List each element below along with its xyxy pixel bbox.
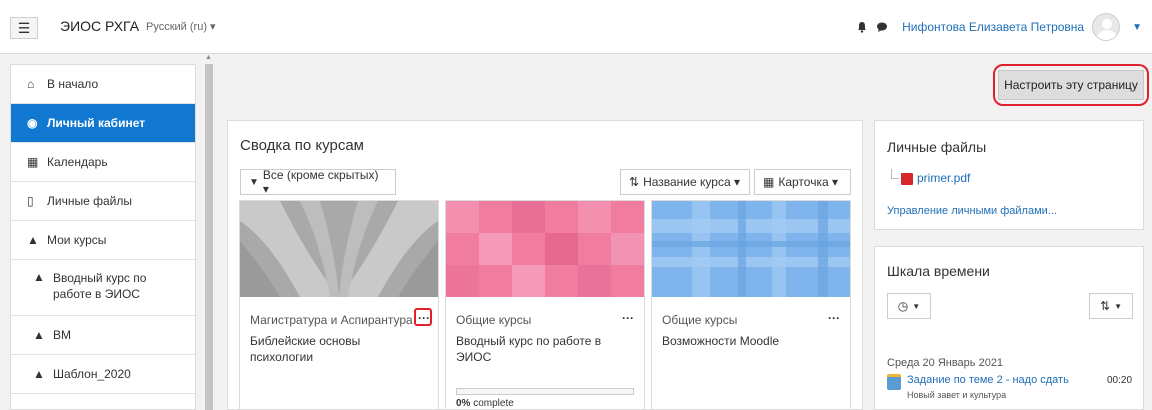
course-image[interactable] (240, 201, 438, 297)
course-category: Общие курсы (662, 313, 738, 327)
chat-icon[interactable] (876, 21, 888, 33)
sidebar-item-label: Шаблон_2020 (53, 367, 131, 381)
sort-icon: ⇅ (1100, 299, 1111, 313)
course-card[interactable]: Общие курсы ··· Вводный курс по работе в… (445, 200, 645, 410)
course-image[interactable] (446, 201, 644, 297)
filter-dropdown[interactable]: ▼ Все (кроме скрытых) ▾ (240, 168, 396, 196)
private-files-title: Личные файлы (887, 139, 987, 155)
course-menu-button[interactable]: ··· (828, 311, 840, 325)
grid-icon: ▦ (763, 175, 775, 189)
pdf-file-link[interactable]: primer.pdf (917, 171, 970, 185)
progress-percent: 0% (456, 398, 471, 409)
pdf-file-icon (901, 173, 913, 185)
avatar[interactable] (1092, 13, 1121, 41)
assignment-icon (887, 374, 901, 390)
course-category: Общие курсы (456, 313, 532, 327)
timeline-event-course: Новый завет и культура (907, 390, 1007, 400)
sidebar-item-home[interactable]: ⌂ В начало (11, 65, 195, 104)
course-name[interactable]: Библейские основы психологии (250, 333, 420, 365)
chevron-down-icon: ▼ (912, 301, 921, 311)
file-tree-connector (891, 169, 899, 179)
dashboard-icon: ◉ (27, 116, 38, 130)
filter-icon: ▼ (249, 176, 259, 188)
chevron-down-icon[interactable]: ▼ (1132, 22, 1142, 33)
course-menu-highlight (414, 308, 432, 326)
course-progress-text: 0% complete (456, 398, 514, 409)
sidebar-item-vm[interactable]: ▲ ВМ (11, 316, 195, 355)
course-image[interactable] (652, 201, 850, 297)
sidebar-item-label: ВМ (53, 328, 71, 342)
view-dropdown[interactable]: ▦ Карточка ▾ (754, 169, 851, 195)
top-navbar: ☰ ЭИОС РХГА Русский (ru) ▾ Нифонтова Ели… (0, 0, 1152, 54)
sidebar-nav: ⌂ В начало ◉ Личный кабинет ▦ Календарь … (10, 64, 196, 410)
hamburger-menu-button[interactable]: ☰ (10, 17, 38, 39)
sort-icon: ⇅ (629, 175, 640, 189)
sidebar-item-template-2020[interactable]: ▲ Шаблон_2020 (11, 355, 195, 394)
bell-icon[interactable] (856, 21, 868, 33)
timeline-sort-dropdown[interactable]: ⇅ ▼ (1089, 293, 1133, 319)
sidebar-item-intro-course[interactable]: ▲ Вводный курс по работе в ЭИОС (11, 260, 195, 316)
sidebar-item-label: В начало (47, 77, 99, 91)
timeline-filter-dropdown[interactable]: ◷ ▼ (887, 293, 931, 319)
chevron-down-icon: ▼ (1114, 301, 1122, 311)
language-selector[interactable]: Русский (ru) ▾ (146, 20, 216, 33)
course-name[interactable]: Вводный курс по работе в ЭИОС (456, 333, 626, 365)
sort-label: Название курса ▾ (643, 175, 740, 189)
graduation-cap-icon: ▲ (33, 328, 45, 342)
site-name[interactable]: ЭИОС РХГА (60, 18, 139, 34)
graduation-cap-icon: ▲ (27, 233, 39, 247)
sidebar-item-calendar[interactable]: ▦ Календарь (11, 143, 195, 182)
home-icon: ⌂ (27, 77, 35, 91)
course-card[interactable]: Магистратура и Аспирантура ··· Библейски… (239, 200, 439, 410)
course-pattern-image (446, 201, 644, 297)
timeline-date: Среда 20 Январь 2021 (887, 357, 1004, 369)
filter-label: Все (кроме скрытых) ▾ (262, 168, 379, 196)
course-overview-title: Сводка по курсам (240, 137, 364, 154)
timeline-title: Шкала времени (887, 263, 990, 279)
timeline-event-time: 00:20 (1107, 375, 1133, 386)
manage-files-link[interactable]: Управление личными файлами... (887, 205, 1057, 217)
course-category: Магистратура и Аспирантура (250, 313, 413, 327)
graduation-cap-icon: ▲ (33, 367, 45, 381)
sidebar-item-dashboard[interactable]: ◉ Личный кабинет (11, 104, 195, 143)
sidebar-item-my-courses[interactable]: ▲ Мои курсы (11, 221, 195, 260)
sidebar-item-label: Календарь (47, 155, 108, 169)
progress-suffix: complete (470, 398, 514, 409)
clock-icon: ◷ (897, 299, 909, 313)
graduation-cap-icon: ▲ (33, 270, 45, 284)
course-pattern-image (240, 201, 438, 297)
hamburger-icon: ☰ (17, 19, 31, 36)
course-card[interactable]: Общие курсы ··· Возможности Moodle (651, 200, 851, 410)
sidebar-item-label: Личный кабинет (47, 116, 146, 130)
sidebar-item-label: Личные файлы (47, 194, 132, 208)
sidebar-item-label: Мои курсы (47, 233, 107, 247)
user-area: Нифонтова Елизавета Петровна ▼ (856, 13, 1142, 41)
user-name[interactable]: Нифонтова Елизавета Петровна (902, 20, 1084, 34)
sort-dropdown[interactable]: ⇅ Название курса ▾ (620, 169, 750, 195)
calendar-icon: ▦ (27, 155, 39, 169)
course-name[interactable]: Возможности Moodle (662, 333, 832, 349)
course-pattern-image (652, 201, 850, 297)
scrollbar-thumb[interactable] (205, 64, 213, 410)
course-menu-button[interactable]: ··· (622, 311, 634, 325)
private-files-card: Личные файлы primer.pdf Управление личны… (874, 120, 1144, 230)
timeline-event-link[interactable]: Задание по теме 2 - надо сдать (907, 374, 1069, 386)
sidebar-item-label: Вводный курс по работе в ЭИОС (53, 271, 147, 301)
scroll-up-arrow-icon[interactable]: ▲ (205, 54, 212, 61)
view-label: Карточка ▾ (778, 175, 838, 189)
course-progress-bar (456, 388, 634, 395)
highlight-ring (993, 64, 1149, 106)
sidebar-scrollbar[interactable]: ▲ (203, 54, 215, 410)
timeline-card: Шкала времени ◷ ▼ ⇅ ▼ Среда 20 Январь 20… (874, 246, 1144, 410)
sidebar-item-private-files[interactable]: ▯ Личные файлы (11, 182, 195, 221)
file-icon: ▯ (27, 194, 34, 208)
